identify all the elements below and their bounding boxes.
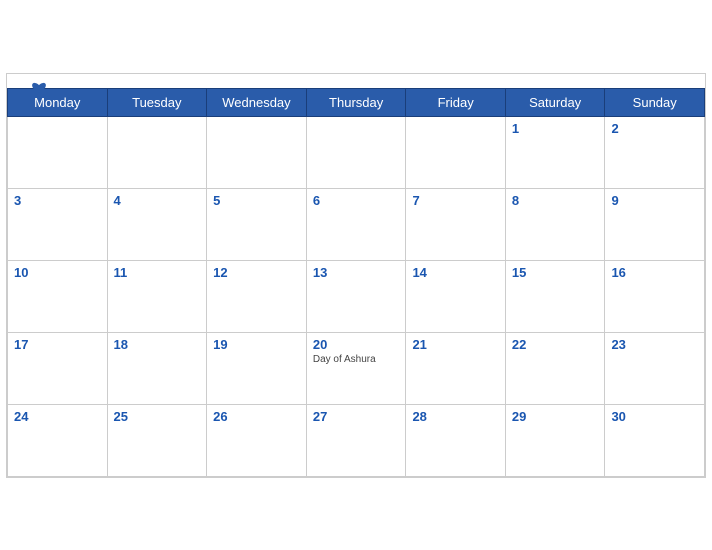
- week-row-4: 17 18 19 20 Day of Ashura 21 22 23: [8, 332, 705, 404]
- day-number: 18: [114, 337, 201, 352]
- day-number: 29: [512, 409, 599, 424]
- calendar-cell: 11: [107, 260, 207, 332]
- day-number: 13: [313, 265, 400, 280]
- day-number: 23: [611, 337, 698, 352]
- calendar-cell: 26: [207, 404, 307, 476]
- weekday-header-thursday: Thursday: [306, 88, 406, 116]
- calendar-cell: 21: [406, 332, 505, 404]
- calendar-header: [7, 74, 705, 88]
- logo-area: [23, 82, 49, 96]
- day-number: 9: [611, 193, 698, 208]
- day-number: 21: [412, 337, 498, 352]
- day-number: 6: [313, 193, 400, 208]
- calendar-cell: 22: [505, 332, 605, 404]
- calendar-cell: 15: [505, 260, 605, 332]
- week-row-5: 24 25 26 27 28 29 30: [8, 404, 705, 476]
- calendar-cell: 24: [8, 404, 108, 476]
- day-number: 12: [213, 265, 300, 280]
- day-number: 28: [412, 409, 498, 424]
- day-number: 2: [611, 121, 698, 136]
- calendar-cell: 12: [207, 260, 307, 332]
- calendar-cell: 19: [207, 332, 307, 404]
- calendar-cell: 8: [505, 188, 605, 260]
- calendar-cell: 10: [8, 260, 108, 332]
- calendar-cell: [207, 116, 307, 188]
- day-number: 17: [14, 337, 101, 352]
- week-row-1: 12: [8, 116, 705, 188]
- calendar-cell: 18: [107, 332, 207, 404]
- calendar-cell: 16: [605, 260, 705, 332]
- calendar-cell: 28: [406, 404, 505, 476]
- calendar-cell: 14: [406, 260, 505, 332]
- day-number: 5: [213, 193, 300, 208]
- calendar-cell: [8, 116, 108, 188]
- calendar-cell: 5: [207, 188, 307, 260]
- day-number: 19: [213, 337, 300, 352]
- calendar-cell: 17: [8, 332, 108, 404]
- day-number: 15: [512, 265, 599, 280]
- calendar-cell: 1: [505, 116, 605, 188]
- day-number: 16: [611, 265, 698, 280]
- week-row-2: 3456789: [8, 188, 705, 260]
- day-number: 3: [14, 193, 101, 208]
- day-number: 22: [512, 337, 599, 352]
- calendar-cell: 29: [505, 404, 605, 476]
- day-number: 20: [313, 337, 400, 352]
- calendar-cell: 23: [605, 332, 705, 404]
- day-number: 14: [412, 265, 498, 280]
- holiday-label: Day of Ashura: [313, 354, 400, 365]
- day-number: 27: [313, 409, 400, 424]
- weekday-header-row: MondayTuesdayWednesdayThursdayFridaySatu…: [8, 88, 705, 116]
- calendar-cell: 9: [605, 188, 705, 260]
- calendar-cell: 2: [605, 116, 705, 188]
- calendar-cell: 6: [306, 188, 406, 260]
- calendar-cell: 30: [605, 404, 705, 476]
- weekday-header-saturday: Saturday: [505, 88, 605, 116]
- calendar-cell: 7: [406, 188, 505, 260]
- day-number: 30: [611, 409, 698, 424]
- calendar-cell: [107, 116, 207, 188]
- day-number: 4: [114, 193, 201, 208]
- day-number: 7: [412, 193, 498, 208]
- weekday-header-wednesday: Wednesday: [207, 88, 307, 116]
- day-number: 8: [512, 193, 599, 208]
- day-number: 1: [512, 121, 599, 136]
- weekday-header-tuesday: Tuesday: [107, 88, 207, 116]
- logo-bird-icon: [29, 82, 49, 96]
- day-number: 11: [114, 265, 201, 280]
- day-number: 10: [14, 265, 101, 280]
- day-number: 24: [14, 409, 101, 424]
- calendar-cell: 20 Day of Ashura: [306, 332, 406, 404]
- weekday-header-friday: Friday: [406, 88, 505, 116]
- calendar-cell: [406, 116, 505, 188]
- calendar-cell: 13: [306, 260, 406, 332]
- calendar-cell: [306, 116, 406, 188]
- calendar-cell: 25: [107, 404, 207, 476]
- week-row-3: 10 11 12 13 14 15 16: [8, 260, 705, 332]
- weekday-header-sunday: Sunday: [605, 88, 705, 116]
- calendar-grid: MondayTuesdayWednesdayThursdayFridaySatu…: [7, 88, 705, 477]
- calendar-container: MondayTuesdayWednesdayThursdayFridaySatu…: [6, 73, 706, 478]
- day-number: 26: [213, 409, 300, 424]
- calendar-cell: 4: [107, 188, 207, 260]
- day-number: 25: [114, 409, 201, 424]
- calendar-cell: 27: [306, 404, 406, 476]
- calendar-cell: 3: [8, 188, 108, 260]
